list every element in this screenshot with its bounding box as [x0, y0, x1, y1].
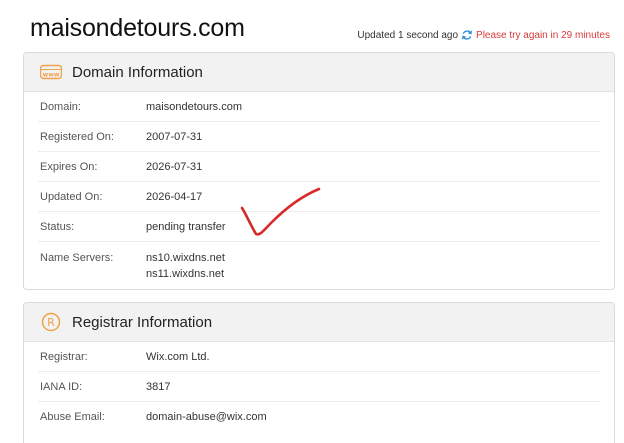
- iana-id-value: 3817: [146, 380, 171, 393]
- refresh-icon[interactable]: [461, 29, 473, 41]
- updated-on-label: Updated On:: [40, 190, 103, 203]
- name-servers-row: Name Servers: ns10.wixdns.net ns11.wixdn…: [38, 242, 600, 290]
- domain-value: maisondetours.com: [146, 100, 242, 113]
- name-server-item: ns10.wixdns.net: [146, 252, 225, 264]
- domain-row: Domain: maisondetours.com: [38, 92, 600, 122]
- iana-id-row: IANA ID: 3817: [38, 372, 600, 402]
- status-label: Status:: [40, 220, 75, 233]
- registered-on-row: Registered On: 2007-07-31: [38, 122, 600, 152]
- registered-on-value: 2007-07-31: [146, 130, 203, 143]
- registered-icon: R: [40, 311, 62, 333]
- registrar-information-title: Registrar Information: [72, 313, 213, 331]
- registrar-label: Registrar:: [40, 350, 88, 363]
- www-icon: www: [40, 61, 62, 83]
- update-status: Updated 1 second ago Please try again in…: [357, 29, 610, 41]
- registrar-information-card: R Registrar Information Registrar: Wix.c…: [23, 302, 615, 443]
- name-servers-values: ns10.wixdns.net ns11.wixdns.net: [146, 250, 600, 282]
- abuse-email-label: Abuse Email:: [40, 410, 105, 423]
- updated-on-row: Updated On: 2026-04-17: [38, 182, 600, 212]
- status-row: Status: pending transfer: [38, 212, 600, 242]
- domain-information-card: www Domain Information Domain: maisondet…: [23, 52, 615, 290]
- whois-page: maisondetours.com Updated 1 second ago P…: [0, 0, 624, 443]
- page-title: maisondetours.com: [30, 14, 245, 42]
- updated-text: Updated 1 second ago: [357, 29, 459, 41]
- abuse-email-row: Abuse Email: domain-abuse@wix.com: [38, 402, 600, 431]
- abuse-email-value: domain-abuse@wix.com: [146, 410, 267, 423]
- registrar-row: Registrar: Wix.com Ltd.: [38, 342, 600, 372]
- domain-label: Domain:: [40, 100, 81, 113]
- name-server-item: ns11.wixdns.net: [146, 268, 225, 280]
- retry-text: Please try again in 29 minutes: [476, 29, 610, 41]
- registered-on-label: Registered On:: [40, 130, 114, 143]
- name-servers-label: Name Servers:: [40, 252, 114, 264]
- expires-on-value: 2026-07-31: [146, 160, 203, 173]
- domain-information-header: www Domain Information: [24, 53, 614, 92]
- iana-id-label: IANA ID:: [40, 380, 83, 393]
- svg-text:www: www: [43, 72, 60, 79]
- svg-text:R: R: [47, 316, 55, 329]
- expires-on-label: Expires On:: [40, 160, 98, 173]
- expires-on-row: Expires On: 2026-07-31: [38, 152, 600, 182]
- updated-on-value: 2026-04-17: [146, 190, 203, 203]
- registrar-value: Wix.com Ltd.: [146, 350, 210, 363]
- status-value: pending transfer: [146, 220, 226, 233]
- registrar-information-header: R Registrar Information: [24, 303, 614, 342]
- domain-information-title: Domain Information: [72, 63, 203, 81]
